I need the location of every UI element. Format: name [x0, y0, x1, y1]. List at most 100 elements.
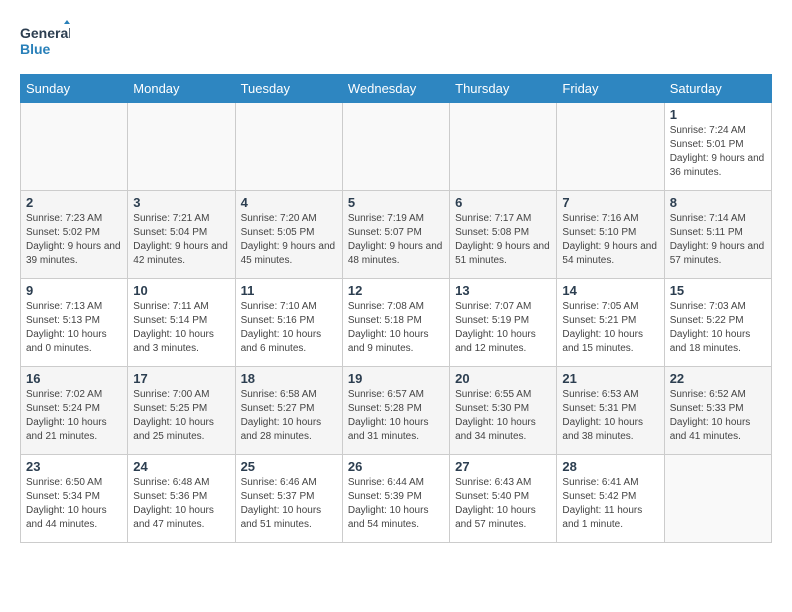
- weekday-header-tuesday: Tuesday: [235, 75, 342, 103]
- day-number: 14: [562, 283, 658, 298]
- week-row-5: 23 Sunrise: 6:50 AMSunset: 5:34 PMDayligh…: [21, 455, 772, 543]
- day-info: Sunrise: 6:46 AMSunset: 5:37 PMDaylight:…: [241, 476, 337, 532]
- day-info: Sunrise: 7:13 AMSunset: 5:13 PMDaylight:…: [26, 300, 122, 356]
- day-info: Sunrise: 6:57 AMSunset: 5:28 PMDaylight:…: [348, 388, 444, 444]
- day-number: 2: [26, 195, 122, 210]
- calendar-cell: 28 Sunrise: 6:41 AMSunset: 5:42 PMDayligh…: [557, 455, 664, 543]
- day-info: Sunrise: 7:00 AMSunset: 5:25 PMDaylight:…: [133, 388, 229, 444]
- day-info: Sunrise: 6:48 AMSunset: 5:36 PMDaylight:…: [133, 476, 229, 532]
- week-row-4: 16 Sunrise: 7:02 AMSunset: 5:24 PMDayligh…: [21, 367, 772, 455]
- week-row-2: 2 Sunrise: 7:23 AMSunset: 5:02 PMDaylight…: [21, 191, 772, 279]
- day-number: 5: [348, 195, 444, 210]
- day-info: Sunrise: 7:17 AMSunset: 5:08 PMDaylight:…: [455, 212, 551, 268]
- calendar-cell: 11 Sunrise: 7:10 AMSunset: 5:16 PMDayligh…: [235, 279, 342, 367]
- calendar-cell: 24Sunrise: 6:48 AMSunset: 5:36 PMDayligh…: [128, 455, 235, 543]
- day-number: 7: [562, 195, 658, 210]
- day-info: Sunrise: 7:10 AMSunset: 5:16 PMDaylight:…: [241, 300, 337, 356]
- day-number: 15: [670, 283, 766, 298]
- day-number: 21: [562, 371, 658, 386]
- day-number: 1: [670, 107, 766, 122]
- calendar-cell: 15 Sunrise: 7:03 AMSunset: 5:22 PMDayligh…: [664, 279, 771, 367]
- day-number: 25: [241, 459, 337, 474]
- calendar-cell: [235, 103, 342, 191]
- day-info: Sunrise: 6:50 AMSunset: 5:34 PMDaylight:…: [26, 476, 122, 532]
- day-number: 27: [455, 459, 551, 474]
- calendar-cell: 3 Sunrise: 7:21 AMSunset: 5:04 PMDaylight…: [128, 191, 235, 279]
- day-info: Sunrise: 7:14 AMSunset: 5:11 PMDaylight:…: [670, 212, 766, 268]
- calendar-cell: 5 Sunrise: 7:19 AMSunset: 5:07 PMDaylight…: [342, 191, 449, 279]
- day-number: 26: [348, 459, 444, 474]
- calendar-cell: 6 Sunrise: 7:17 AMSunset: 5:08 PMDaylight…: [450, 191, 557, 279]
- day-number: 18: [241, 371, 337, 386]
- calendar-cell: 14 Sunrise: 7:05 AMSunset: 5:21 PMDayligh…: [557, 279, 664, 367]
- calendar-cell: 4 Sunrise: 7:20 AMSunset: 5:05 PMDaylight…: [235, 191, 342, 279]
- day-number: 20: [455, 371, 551, 386]
- week-row-1: 1 Sunrise: 7:24 AMSunset: 5:01 PMDaylight…: [21, 103, 772, 191]
- day-number: 22: [670, 371, 766, 386]
- calendar-table: SundayMondayTuesdayWednesdayThursdayFrid…: [20, 74, 772, 543]
- calendar-cell: 13 Sunrise: 7:07 AMSunset: 5:19 PMDayligh…: [450, 279, 557, 367]
- day-number: 16: [26, 371, 122, 386]
- logo: General Blue: [20, 20, 70, 64]
- calendar-cell: [342, 103, 449, 191]
- calendar-cell: [450, 103, 557, 191]
- day-info: Sunrise: 7:05 AMSunset: 5:21 PMDaylight:…: [562, 300, 658, 356]
- day-number: 17: [133, 371, 229, 386]
- day-number: 23: [26, 459, 122, 474]
- calendar-cell: [21, 103, 128, 191]
- day-info: Sunrise: 7:21 AMSunset: 5:04 PMDaylight:…: [133, 212, 229, 268]
- svg-text:Blue: Blue: [20, 41, 51, 57]
- day-info: Sunrise: 7:23 AMSunset: 5:02 PMDaylight:…: [26, 212, 122, 268]
- calendar-cell: 16 Sunrise: 7:02 AMSunset: 5:24 PMDayligh…: [21, 367, 128, 455]
- day-number: 8: [670, 195, 766, 210]
- day-info: Sunrise: 6:44 AMSunset: 5:39 PMDaylight:…: [348, 476, 444, 532]
- day-info: Sunrise: 7:24 AMSunset: 5:01 PMDaylight:…: [670, 124, 766, 180]
- day-info: Sunrise: 6:41 AMSunset: 5:42 PMDaylight:…: [562, 476, 658, 532]
- day-info: Sunrise: 7:03 AMSunset: 5:22 PMDaylight:…: [670, 300, 766, 356]
- weekday-header-saturday: Saturday: [664, 75, 771, 103]
- day-number: 28: [562, 459, 658, 474]
- day-info: Sunrise: 6:52 AMSunset: 5:33 PMDaylight:…: [670, 388, 766, 444]
- calendar-cell: 12 Sunrise: 7:08 AMSunset: 5:18 PMDayligh…: [342, 279, 449, 367]
- calendar-cell: 23 Sunrise: 6:50 AMSunset: 5:34 PMDayligh…: [21, 455, 128, 543]
- svg-text:General: General: [20, 25, 70, 41]
- day-info: Sunrise: 6:53 AMSunset: 5:31 PMDaylight:…: [562, 388, 658, 444]
- weekday-header-row: SundayMondayTuesdayWednesdayThursdayFrid…: [21, 75, 772, 103]
- page-header: General Blue: [20, 20, 772, 64]
- day-number: 13: [455, 283, 551, 298]
- calendar-cell: [557, 103, 664, 191]
- weekday-header-wednesday: Wednesday: [342, 75, 449, 103]
- calendar-cell: [664, 455, 771, 543]
- day-number: 4: [241, 195, 337, 210]
- weekday-header-friday: Friday: [557, 75, 664, 103]
- calendar-cell: 26 Sunrise: 6:44 AMSunset: 5:39 PMDayligh…: [342, 455, 449, 543]
- day-info: Sunrise: 6:58 AMSunset: 5:27 PMDaylight:…: [241, 388, 337, 444]
- day-info: Sunrise: 7:02 AMSunset: 5:24 PMDaylight:…: [26, 388, 122, 444]
- logo-svg: General Blue: [20, 20, 70, 64]
- calendar-cell: [128, 103, 235, 191]
- calendar-cell: 2 Sunrise: 7:23 AMSunset: 5:02 PMDaylight…: [21, 191, 128, 279]
- calendar-cell: 25 Sunrise: 6:46 AMSunset: 5:37 PMDayligh…: [235, 455, 342, 543]
- day-number: 11: [241, 283, 337, 298]
- day-number: 12: [348, 283, 444, 298]
- day-number: 10: [133, 283, 229, 298]
- weekday-header-sunday: Sunday: [21, 75, 128, 103]
- calendar-cell: 7 Sunrise: 7:16 AMSunset: 5:10 PMDaylight…: [557, 191, 664, 279]
- day-number: 3: [133, 195, 229, 210]
- day-info: Sunrise: 6:55 AMSunset: 5:30 PMDaylight:…: [455, 388, 551, 444]
- weekday-header-thursday: Thursday: [450, 75, 557, 103]
- calendar-cell: 18 Sunrise: 6:58 AMSunset: 5:27 PMDayligh…: [235, 367, 342, 455]
- day-info: Sunrise: 7:16 AMSunset: 5:10 PMDaylight:…: [562, 212, 658, 268]
- day-info: Sunrise: 7:20 AMSunset: 5:05 PMDaylight:…: [241, 212, 337, 268]
- day-info: Sunrise: 7:07 AMSunset: 5:19 PMDaylight:…: [455, 300, 551, 356]
- week-row-3: 9Sunrise: 7:13 AMSunset: 5:13 PMDaylight…: [21, 279, 772, 367]
- calendar-cell: 27 Sunrise: 6:43 AMSunset: 5:40 PMDayligh…: [450, 455, 557, 543]
- calendar-cell: 21 Sunrise: 6:53 AMSunset: 5:31 PMDayligh…: [557, 367, 664, 455]
- day-info: Sunrise: 7:08 AMSunset: 5:18 PMDaylight:…: [348, 300, 444, 356]
- day-info: Sunrise: 7:19 AMSunset: 5:07 PMDaylight:…: [348, 212, 444, 268]
- day-info: Sunrise: 6:43 AMSunset: 5:40 PMDaylight:…: [455, 476, 551, 532]
- calendar-cell: 1 Sunrise: 7:24 AMSunset: 5:01 PMDaylight…: [664, 103, 771, 191]
- calendar-cell: 22 Sunrise: 6:52 AMSunset: 5:33 PMDayligh…: [664, 367, 771, 455]
- calendar-cell: 10Sunrise: 7:11 AMSunset: 5:14 PMDayligh…: [128, 279, 235, 367]
- day-number: 6: [455, 195, 551, 210]
